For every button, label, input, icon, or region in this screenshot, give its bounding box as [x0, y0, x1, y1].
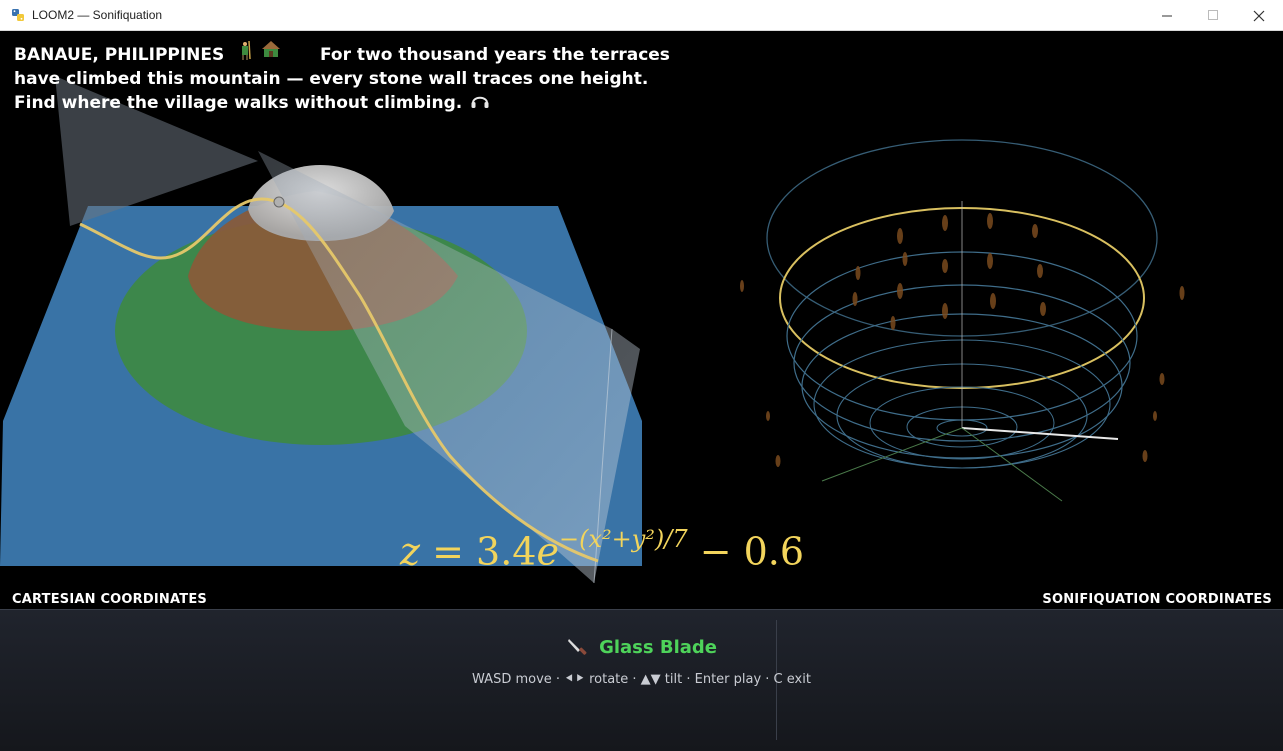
- minimize-button[interactable]: [1144, 0, 1190, 31]
- knife-icon: [567, 639, 587, 655]
- hut-icon: [262, 41, 281, 57]
- headphones-icon: [471, 96, 489, 108]
- formula-exponent: −(x²+y²)/7: [558, 525, 688, 553]
- radial-axis-green: [821, 427, 963, 482]
- tool-panel: Glass Blade WASD move · ⯇⯈ rotate · ▲▼ t…: [0, 609, 1283, 751]
- tool-name: Glass Blade: [599, 636, 717, 658]
- cartesian-scene: [0, 76, 642, 584]
- sonification-scene: [766, 139, 1158, 502]
- farmer-icon: [242, 40, 251, 60]
- close-button[interactable]: [1236, 0, 1282, 31]
- intro-line-2: have climbed this mountain — every stone…: [14, 69, 649, 89]
- intro-line-3-text: Find where the village walks without cli…: [14, 93, 463, 113]
- controls-hint: WASD move · ⯇⯈ rotate · ▲▼ tilt · Enter …: [472, 672, 811, 687]
- maximize-button[interactable]: [1190, 0, 1236, 31]
- title-bar: LOOM2 — Sonifiquation: [0, 0, 1283, 31]
- maximize-icon: [1207, 10, 1218, 20]
- intro-text: BANAUE, PHILIPPINES For two thousand yea…: [14, 40, 694, 113]
- minimize-icon: [1161, 15, 1172, 17]
- radial-axis: [961, 427, 1119, 440]
- position-marker: [273, 196, 285, 208]
- formula-coef: 3.4: [476, 529, 537, 574]
- close-icon: [1253, 10, 1265, 21]
- cartesian-label: CARTESIAN COORDINATES: [12, 592, 207, 607]
- radial-axis-green: [961, 427, 1063, 502]
- scene-canvas[interactable]: [0, 31, 1283, 609]
- sonification-label: SONIFIQUATION COORDINATES: [1042, 592, 1272, 607]
- python-app-icon: [12, 9, 24, 21]
- window-title: LOOM2 — Sonifiquation: [32, 8, 163, 22]
- scene-viewport[interactable]: BANAUE, PHILIPPINES For two thousand yea…: [0, 31, 1283, 609]
- intro-line-3: Find where the village walks without cli…: [14, 91, 490, 115]
- tool-row: Glass Blade: [0, 636, 1283, 658]
- surface-formula: z = 3.4e−(x²+y²)/7 − 0.6: [400, 525, 805, 574]
- formula-lhs: z: [400, 529, 421, 574]
- place-name: BANAUE, PHILIPPINES: [14, 45, 225, 65]
- intro-line-1: For two thousand years the terraces: [320, 45, 670, 65]
- formula-offset: − 0.6: [699, 529, 805, 574]
